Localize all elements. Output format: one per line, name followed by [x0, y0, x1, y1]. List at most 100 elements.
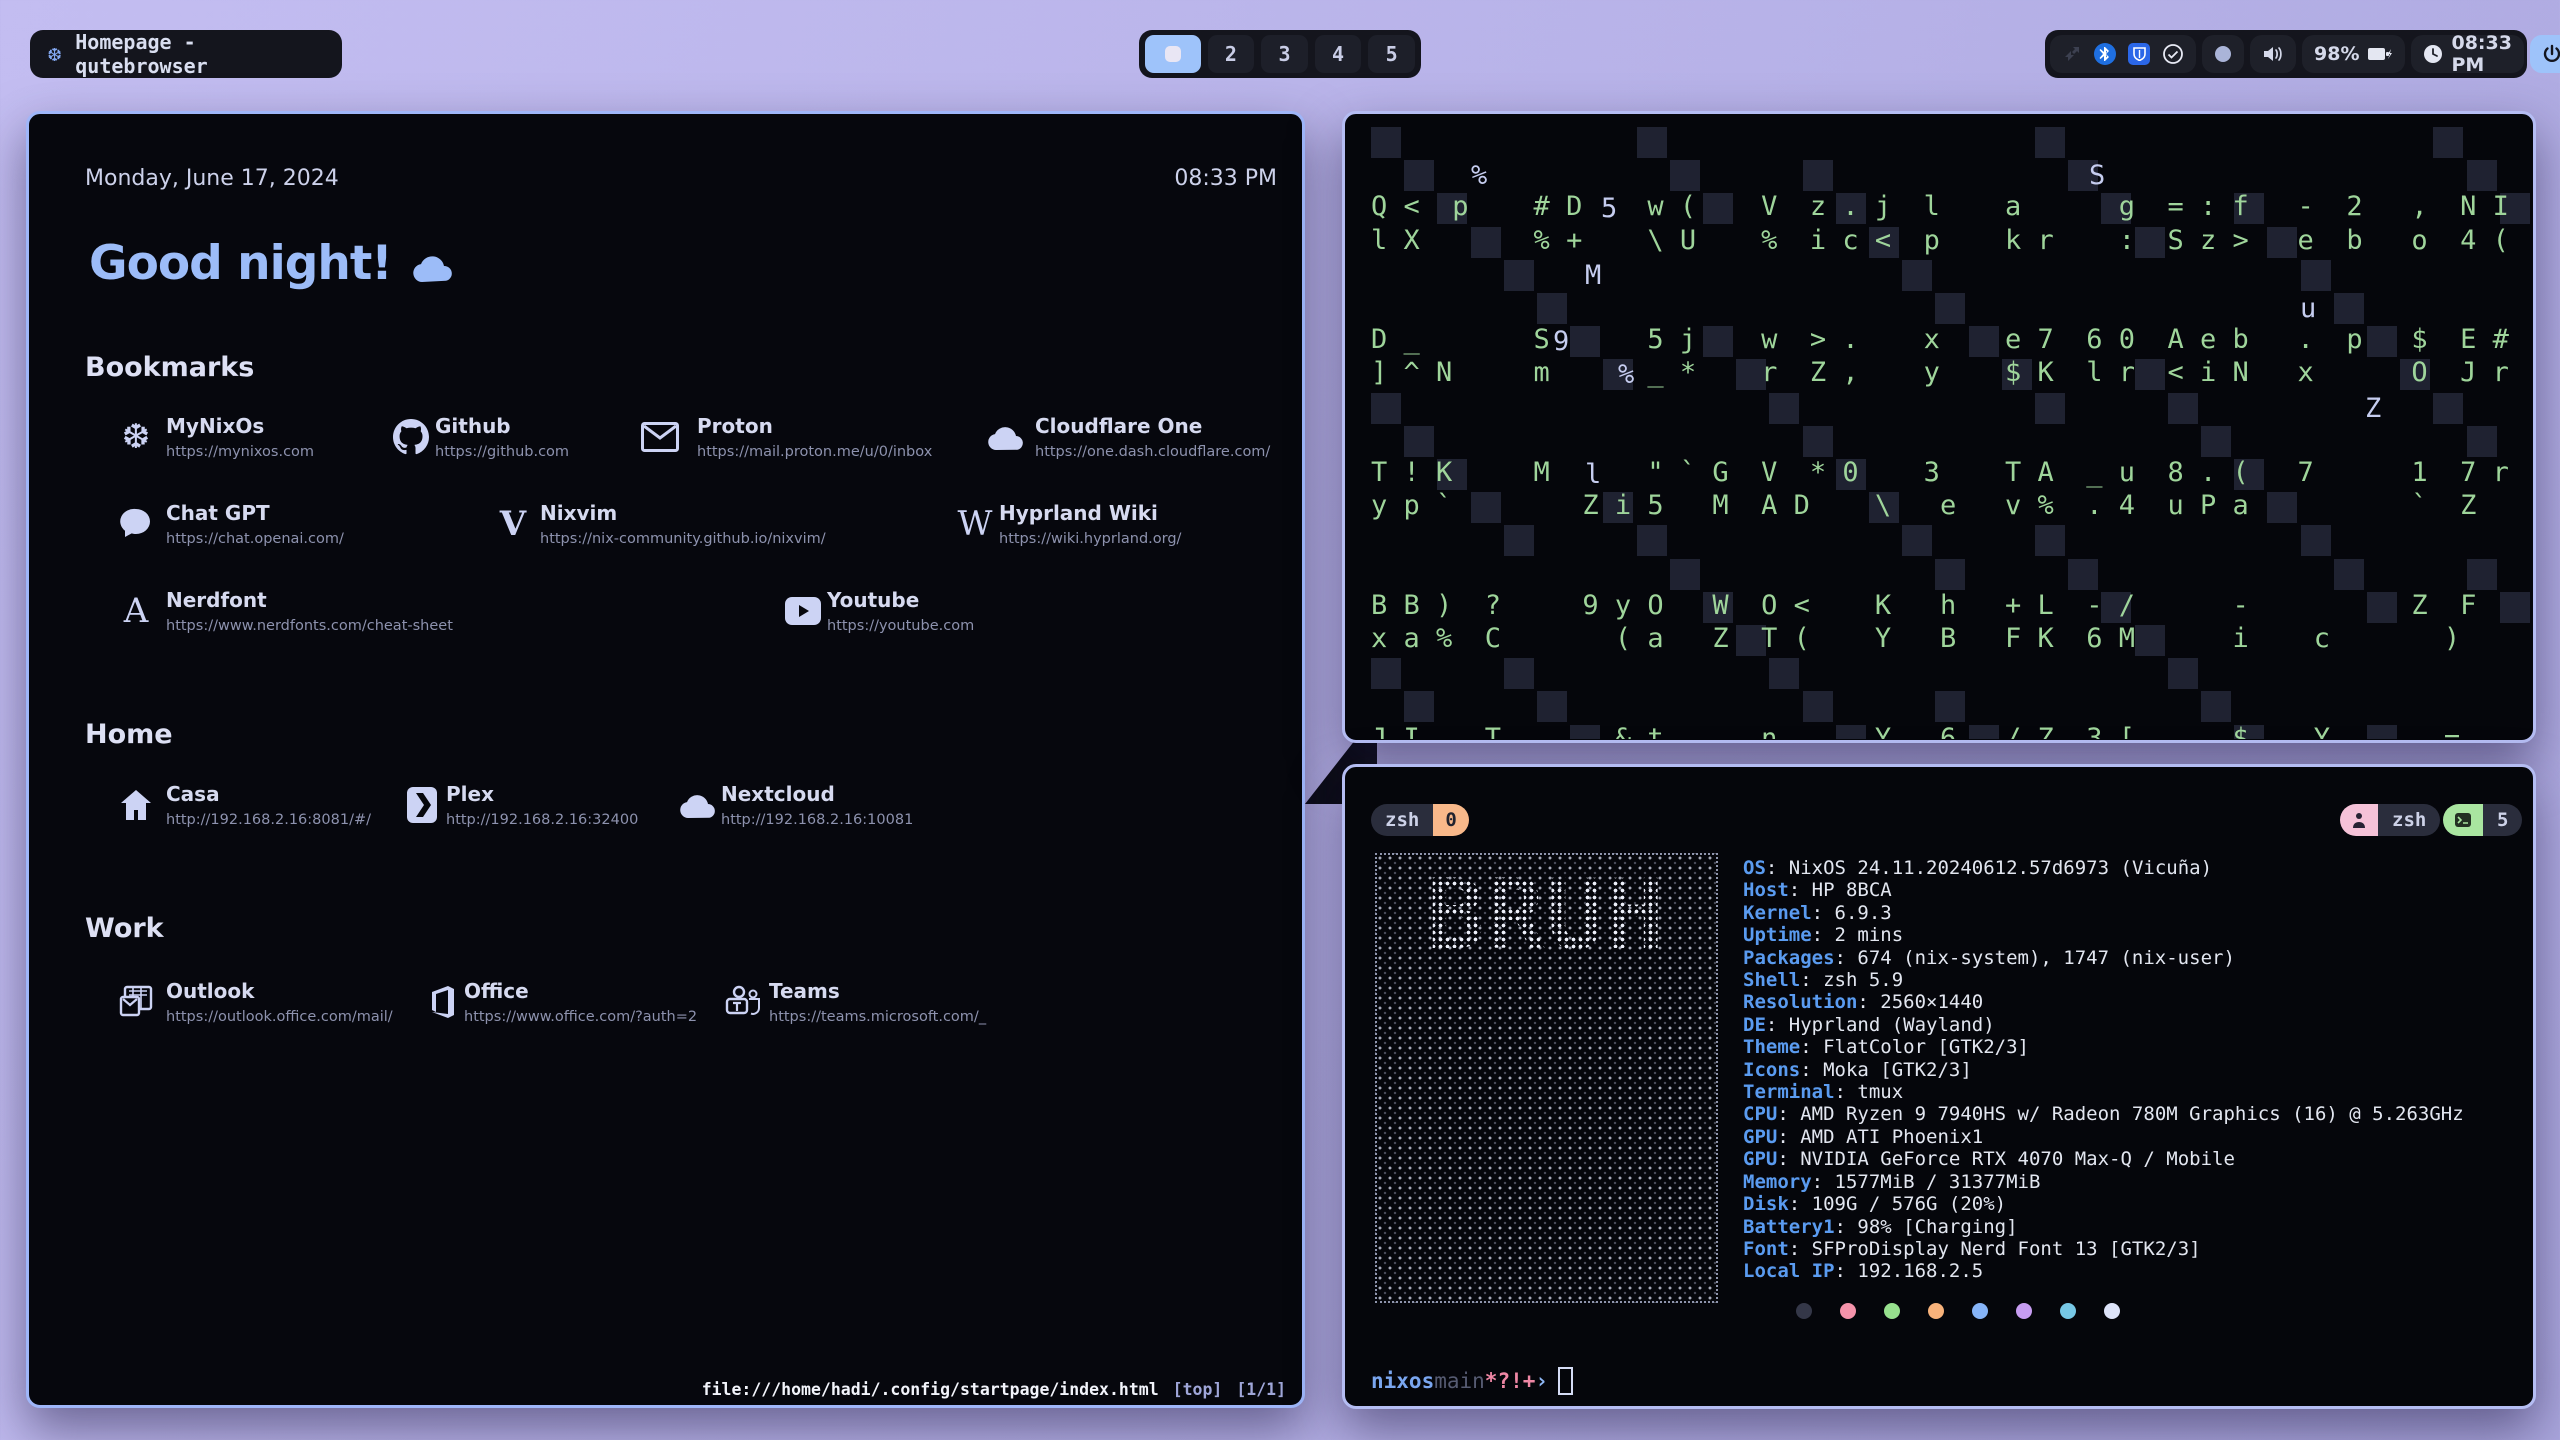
workspace-1-active[interactable]: [1145, 35, 1201, 73]
matrix-highlight-char: Z: [2365, 393, 2381, 424]
section-title-work: Work: [85, 913, 164, 944]
bookmark-name: Casa: [166, 782, 220, 806]
letter-a-icon: A: [116, 591, 156, 631]
power-icon: [2542, 44, 2560, 64]
terminal-cursor: [1558, 1367, 1573, 1395]
prompt-git-flags: *?!+: [1485, 1369, 1536, 1393]
plex-chevron-icon: [402, 785, 442, 825]
nixvim-v-icon: V: [493, 504, 533, 544]
workspace-3[interactable]: 3: [1261, 35, 1308, 73]
cloud-icon: [985, 417, 1025, 457]
system-tray: 98% 08:33 PM: [2045, 30, 2527, 78]
clock-time: 08:33 PM: [2451, 32, 2511, 76]
tmux-session-badge[interactable]: zsh 0: [1371, 804, 1469, 836]
startpage-time: 08:33 PM: [1174, 166, 1277, 191]
workspace-4[interactable]: 4: [1315, 35, 1362, 73]
moon-cloud-icon: [408, 242, 460, 286]
github-icon: [391, 417, 431, 457]
matrix-rain-text: Q < p # D w ( V z . j l a g = : f - 2 , …: [1371, 124, 2521, 739]
workspace-2[interactable]: 2: [1208, 35, 1255, 73]
tmux-pane-badge[interactable]: 5: [2443, 804, 2522, 836]
tmux-session-name: zsh: [1371, 804, 1433, 836]
record-dot-icon: [2214, 45, 2232, 63]
nixos-snowflake-icon: ❆: [48, 42, 61, 67]
matrix-highlight-char: M: [1585, 260, 1601, 291]
bookmark-name: Teams: [769, 979, 840, 1003]
bookmark-name: Office: [464, 979, 529, 1003]
bookmark-url: https://mail.proton.me/u/0/inbox: [697, 444, 932, 460]
battery-module[interactable]: 98%: [2302, 35, 2405, 73]
bitwarden-shield-icon[interactable]: [2128, 43, 2150, 65]
bookmark-url: https://www.office.com/?auth=2: [464, 1009, 697, 1025]
tmux-user-badge[interactable]: zsh: [2340, 804, 2440, 836]
bookmark-url: https://github.com: [435, 444, 569, 460]
check-circle-icon[interactable]: [2162, 43, 2184, 65]
ascii-art-word: BRUH: [1381, 859, 1712, 971]
youtube-icon: [783, 591, 823, 631]
office-icon: [422, 982, 462, 1022]
palette-dot: [1972, 1303, 1988, 1319]
battery-charging-icon: [2367, 45, 2393, 63]
palette-dot: [1884, 1303, 1900, 1319]
bookmark-name: Nerdfont: [166, 588, 267, 612]
cmatrix-terminal-window[interactable]: Q < p # D w ( V z . j l a g = : f - 2 , …: [1342, 111, 2536, 743]
palette-dot: [1928, 1303, 1944, 1319]
bookmark-url: https://www.nerdfonts.com/cheat-sheet: [166, 618, 453, 634]
person-icon: [2340, 804, 2378, 836]
bookmark-name: Nixvim: [540, 501, 617, 525]
greeting-text: Good night!: [89, 236, 392, 291]
bookmark-url: https://nix-community.github.io/nixvim/: [540, 531, 826, 547]
power-button[interactable]: [2530, 35, 2560, 73]
matrix-highlight-char: 9: [1553, 326, 1569, 357]
tmux-window-index: 0: [1433, 804, 1468, 836]
terminal-icon: [2443, 804, 2483, 836]
qutebrowser-statusbar: file:///home/hadi/.config/startpage/inde…: [29, 1373, 1302, 1405]
bookmark-name: Nextcloud: [721, 782, 835, 806]
bookmark-url: https://youtube.com: [827, 618, 974, 634]
palette-dot: [2016, 1303, 2032, 1319]
palette-dot: [1840, 1303, 1856, 1319]
bookmark-name: Github: [435, 414, 511, 438]
bookmark-name: Cloudflare One: [1035, 414, 1202, 438]
bookmark-url: http://192.168.2.16:8081/#/: [166, 812, 371, 828]
workspace-5[interactable]: 5: [1368, 35, 1415, 73]
teams-icon: [724, 982, 764, 1022]
active-window-titlebar[interactable]: ❆ Homepage - qutebrowser: [30, 30, 342, 78]
bookmark-url: https://outlook.office.com/mail/: [166, 1009, 393, 1025]
statusbar-url: file:///home/hadi/.config/startpage/inde…: [702, 1380, 1159, 1399]
fastfetch-info: OS: NixOS 24.11.20240612.57d6973 (Vicuña…: [1743, 857, 2464, 1283]
tmux-user-shell: zsh: [2378, 804, 2440, 836]
active-workspace-dot: [1165, 46, 1181, 62]
bookmark-url: https://teams.microsoft.com/_: [769, 1009, 986, 1025]
bookmark-name: Chat GPT: [166, 501, 270, 525]
bookmark-name: Youtube: [827, 588, 919, 612]
envelope-icon: [640, 417, 680, 457]
matrix-highlight-char: %: [1471, 160, 1487, 191]
ascii-art-logo: BRUH: [1375, 853, 1718, 1303]
section-title-home: Home: [85, 719, 173, 750]
clock-module[interactable]: 08:33 PM: [2411, 35, 2523, 73]
bookmark-name: Plex: [446, 782, 494, 806]
bluetooth-icon[interactable]: [2094, 43, 2116, 65]
bookmark-url: http://192.168.2.16:32400: [446, 812, 638, 828]
prompt-git-branch: main: [1434, 1369, 1485, 1393]
idle-inhibitor-button[interactable]: [2202, 35, 2244, 73]
bookmark-url: http://192.168.2.16:10081: [721, 812, 913, 828]
bookmark-name: Proton: [697, 414, 773, 438]
bookmark-name: Outlook: [166, 979, 254, 1003]
greeting: Good night!: [89, 236, 460, 291]
window-title: Homepage - qutebrowser: [75, 30, 324, 78]
fastfetch-terminal-window[interactable]: zsh 0 zsh 5 BRUH OS: NixOS 24.11.2024061…: [1342, 764, 2536, 1409]
bookmark-url: https://mynixos.com: [166, 444, 314, 460]
volume-button[interactable]: [2250, 35, 2296, 73]
house-icon: [116, 785, 156, 825]
resize-arrows-icon[interactable]: [2062, 44, 2082, 64]
workspace-switcher: 2 3 4 5: [1139, 30, 1421, 78]
startpage-date: Monday, June 17, 2024: [85, 166, 339, 191]
shell-prompt[interactable]: nixos main*?!+ ›: [1371, 1367, 1573, 1395]
prompt-arrow: ›: [1535, 1369, 1548, 1393]
snowflake-icon: ❆: [116, 417, 156, 457]
tray-icons: [2050, 35, 2196, 73]
terminal-color-palette: [1796, 1303, 2120, 1319]
qutebrowser-window[interactable]: Monday, June 17, 2024 08:33 PM Good nigh…: [26, 111, 1305, 1408]
